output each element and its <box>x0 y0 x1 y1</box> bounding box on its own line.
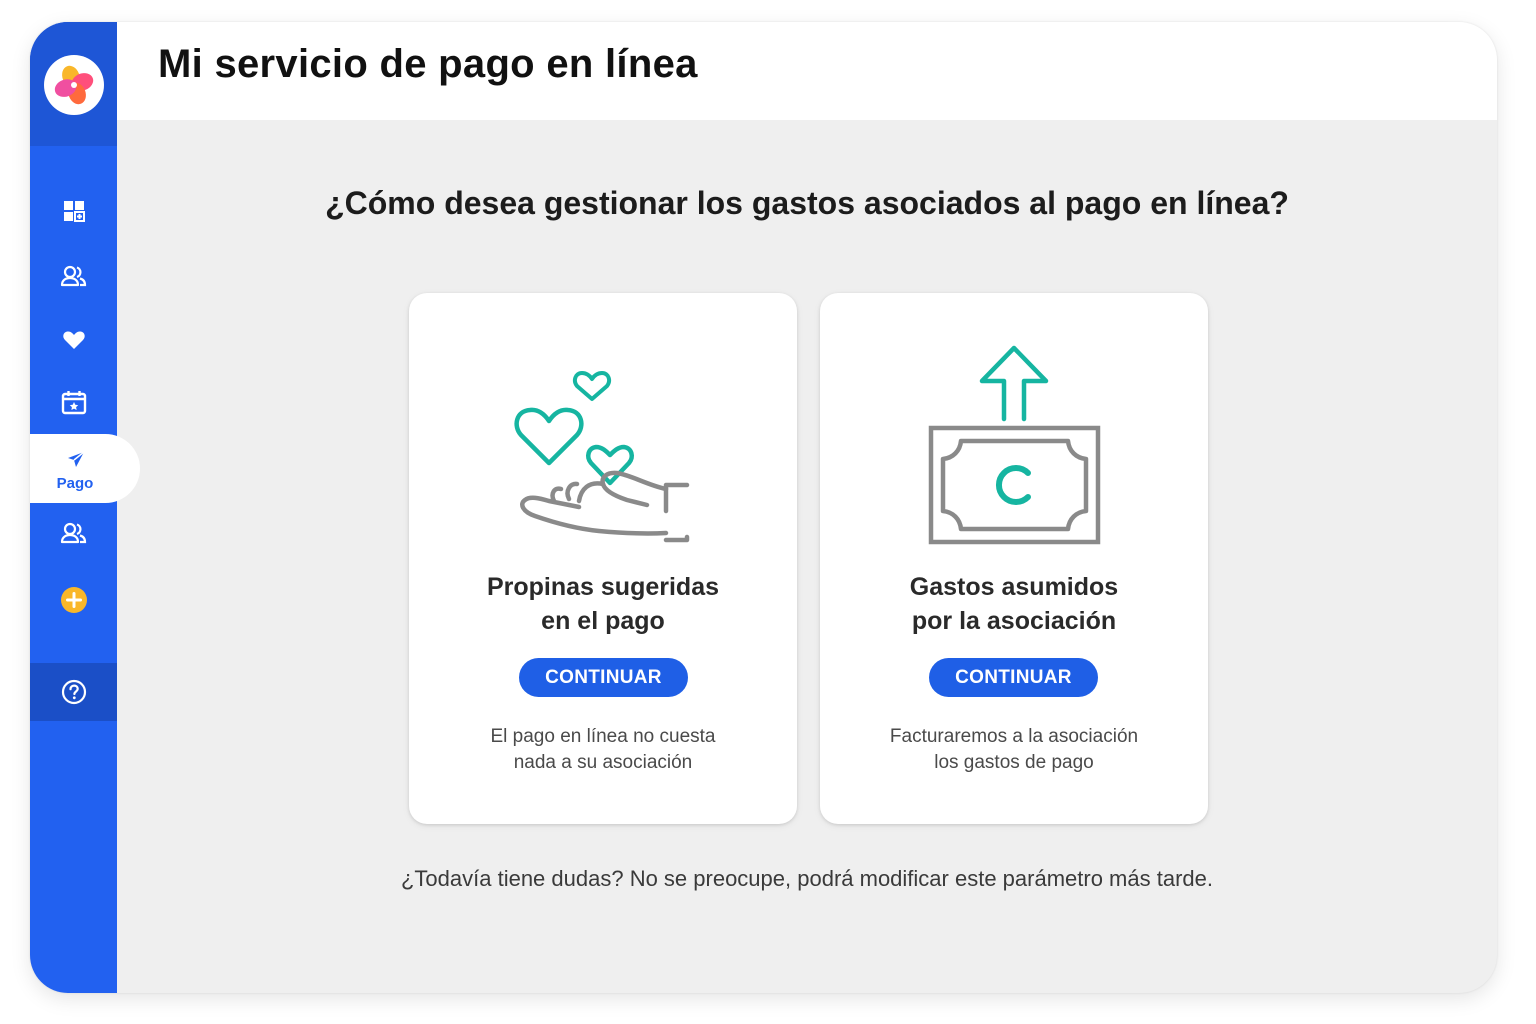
app-window: Pago Mi servicio de pago en línea ¿Cómo … <box>30 22 1497 993</box>
page-header: Mi servicio de pago en línea <box>117 22 1497 120</box>
sidebar-item-calendar[interactable] <box>30 377 117 429</box>
dashboard-icon <box>63 201 85 222</box>
sidebar: Pago <box>30 22 140 993</box>
sidebar-item-users[interactable] <box>30 250 117 302</box>
sidebar-item-pago[interactable]: Pago <box>30 434 140 503</box>
card-title: Gastos asumidos por la asociación <box>909 573 1119 635</box>
card-description: El pago en línea no cuesta nada a su aso… <box>490 726 716 773</box>
sidebar-item-label: Pago <box>56 475 94 492</box>
sidebar-item-members[interactable] <box>30 507 117 559</box>
main-question: ¿Cómo desea gestionar los gastos asociad… <box>325 185 1289 221</box>
add-circle-icon <box>60 587 87 613</box>
option-card-tips[interactable]: Propinas sugeridas en el pago CONTINUAR … <box>409 293 797 824</box>
footnote-text: ¿Todavía tiene dudas? No se preocupe, po… <box>400 866 1213 891</box>
users-icon <box>60 265 86 287</box>
card-title: Propinas sugeridas en el pago <box>486 573 720 635</box>
members-icon <box>60 522 86 544</box>
sidebar-item-favorites[interactable] <box>30 314 117 366</box>
sidebar-item-dashboard[interactable] <box>30 185 117 237</box>
heart-icon <box>62 331 85 349</box>
logo-area <box>30 22 117 146</box>
sidebar-item-help[interactable] <box>30 663 117 721</box>
hand-hearts-icon <box>514 371 690 543</box>
option-card-fees[interactable]: Gastos asumidos por la asociación CONTIN… <box>820 293 1208 824</box>
continue-button-tips[interactable]: CONTINUAR <box>519 658 688 697</box>
flower-logo-icon <box>54 65 94 105</box>
money-bill-arrow-icon <box>928 345 1101 545</box>
help-icon <box>61 679 86 705</box>
payment-send-icon <box>68 451 85 467</box>
continue-button-fees[interactable]: CONTINUAR <box>929 658 1098 697</box>
card-description: Facturaremos a la asociación los gastos … <box>889 726 1139 773</box>
page-title: Mi servicio de pago en línea <box>158 42 698 86</box>
calendar-icon <box>61 391 86 415</box>
sidebar-item-add[interactable] <box>30 574 117 626</box>
app-logo[interactable] <box>44 55 104 115</box>
